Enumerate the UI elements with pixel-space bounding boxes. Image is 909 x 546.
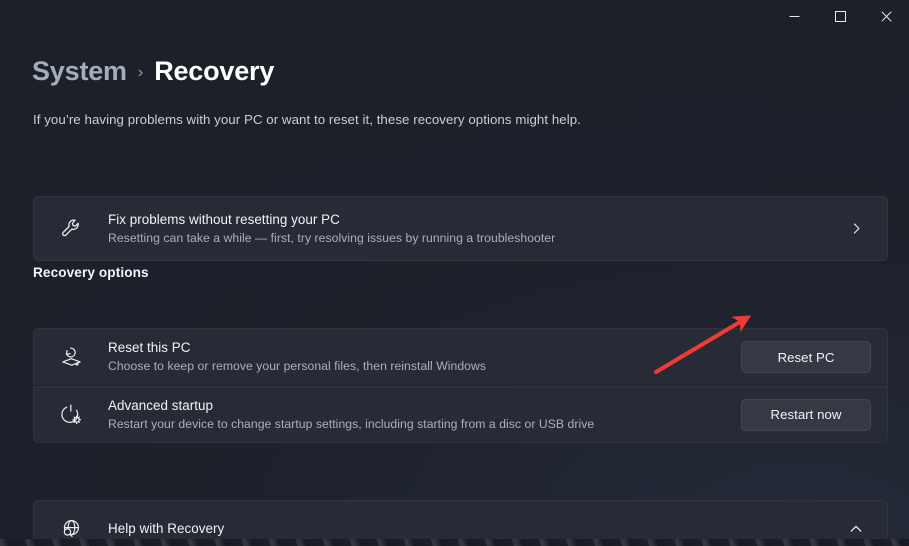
reset-pc-button[interactable]: Reset PC: [741, 341, 871, 373]
help-with-recovery-title: Help with Recovery: [108, 521, 225, 536]
breadcrumb-parent-system[interactable]: System: [32, 56, 127, 87]
reset-this-pc-subtitle: Choose to keep or remove your personal f…: [108, 359, 487, 373]
troubleshoot-card-text: Fix problems without resetting your PC R…: [90, 211, 841, 247]
reset-this-pc-text: Reset this PC Choose to keep or remove y…: [90, 339, 731, 375]
reset-this-pc-row[interactable]: Reset this PC Choose to keep or remove y…: [33, 328, 888, 385]
minimize-icon: [789, 15, 799, 17]
wrench-icon: [52, 217, 90, 240]
breadcrumb: System › Recovery: [32, 56, 274, 87]
maximize-button[interactable]: [817, 0, 863, 32]
settings-content: System › Recovery If you’re having probl…: [0, 32, 909, 539]
title-bar: [0, 0, 909, 32]
close-button[interactable]: [863, 0, 909, 32]
restart-now-button[interactable]: Restart now: [741, 398, 871, 431]
advanced-startup-row[interactable]: Advanced startup Restart your device to …: [33, 386, 888, 443]
screen: System › Recovery If you’re having probl…: [0, 0, 909, 546]
advanced-startup-title: Advanced startup: [108, 397, 214, 413]
minimize-button[interactable]: [771, 0, 817, 32]
help-with-recovery-card[interactable]: Help with Recovery: [33, 500, 888, 539]
desktop-wallpaper: [0, 539, 909, 546]
help-with-recovery-text: Help with Recovery: [90, 520, 841, 538]
page-title: Recovery: [154, 56, 275, 86]
maximize-icon: [834, 10, 846, 22]
page-description: If you’re having problems with your PC o…: [33, 112, 581, 127]
section-heading-recovery-options: Recovery options: [33, 265, 149, 280]
reset-pc-icon: [52, 345, 90, 370]
power-gear-icon: [52, 402, 90, 427]
breadcrumb-separator-icon: ›: [137, 63, 144, 81]
troubleshoot-card-subtitle: Resetting can take a while — first, try …: [108, 230, 556, 245]
advanced-startup-subtitle: Restart your device to change startup se…: [108, 416, 595, 431]
settings-window: System › Recovery If you’re having probl…: [0, 0, 909, 539]
troubleshoot-card-title: Fix problems without resetting your PC: [108, 211, 340, 227]
advanced-startup-text: Advanced startup Restart your device to …: [90, 397, 731, 433]
globe-search-icon: [52, 517, 90, 539]
chevron-up-icon[interactable]: [841, 522, 871, 536]
reset-this-pc-title: Reset this PC: [108, 340, 191, 355]
chevron-right-icon[interactable]: [841, 222, 871, 235]
troubleshoot-card[interactable]: Fix problems without resetting your PC R…: [33, 196, 888, 261]
close-icon: [880, 10, 892, 22]
